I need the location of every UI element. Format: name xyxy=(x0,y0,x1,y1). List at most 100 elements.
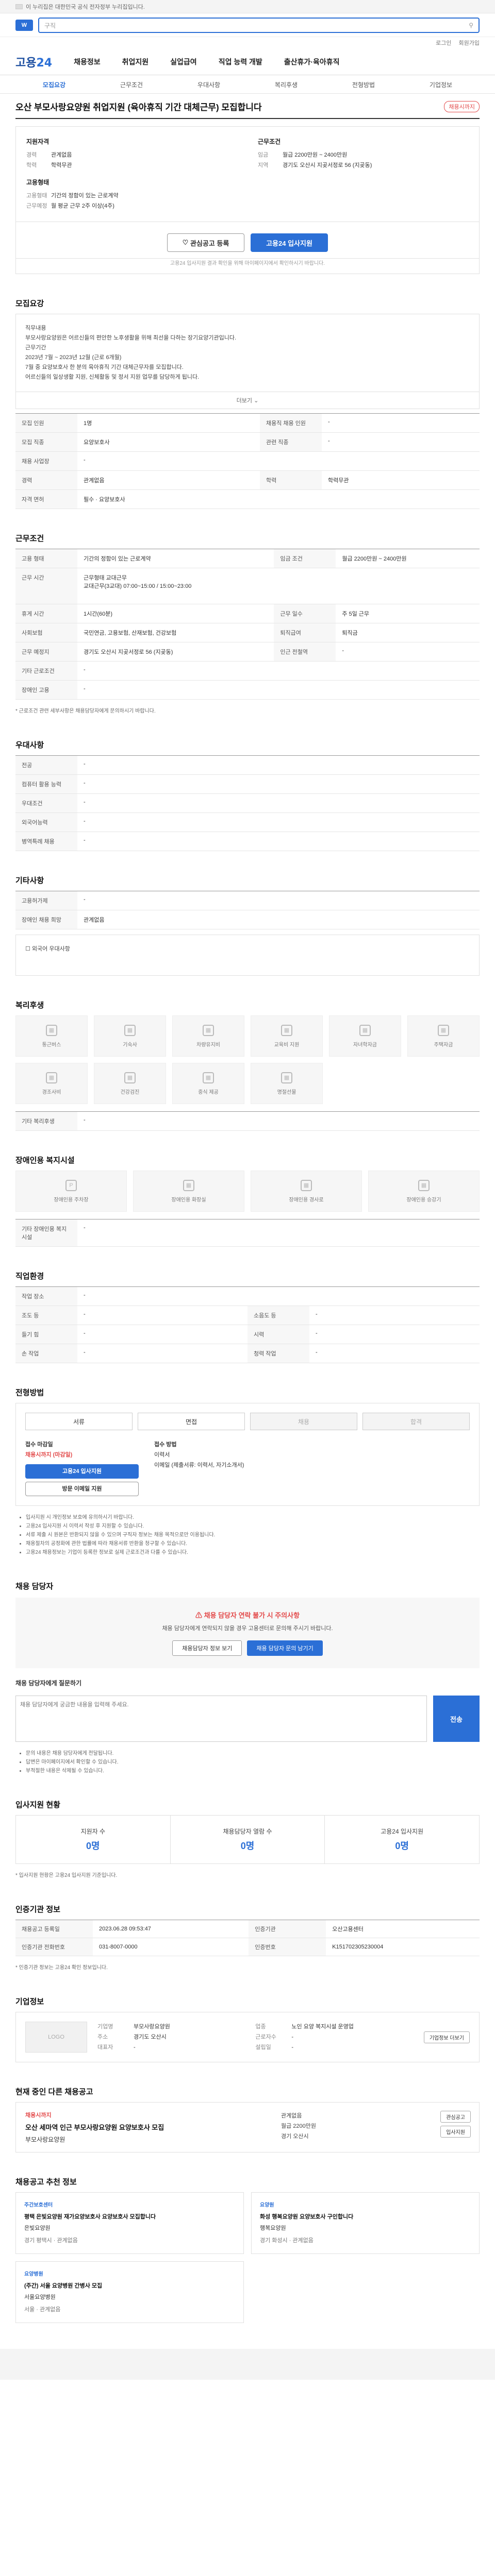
tab-company[interactable]: 기업정보 xyxy=(402,80,480,89)
search-strip: W 구직 ⚲ xyxy=(0,13,495,37)
checkbox-icon[interactable]: ☐ xyxy=(25,946,30,952)
tab-welfare[interactable]: 복리후생 xyxy=(248,80,325,89)
deadline-text: 채용시까지 (마감일) xyxy=(25,1452,73,1458)
welfare-tile: ▦ 경조사비 xyxy=(15,1063,88,1104)
main-nav: 고용24 채용정보 취업지원 실업급여 직업 능력 개발 출산휴가·육아휴직 xyxy=(0,48,495,75)
disability-tiles: P 장애인용 주차장 ▦ 장애인용 화장실 ▦ 장애인용 경사로 ▦ 장애인용 승강기 xyxy=(15,1171,480,1212)
job-summary: 지원자격 경력 관계없음 학력 학력무관 고용형태 고용형태 기간의 정함이 있는 근… xyxy=(15,126,480,222)
agency-heading: 인증기관 정보 xyxy=(15,1905,60,1914)
tab-preference[interactable]: 우대사항 xyxy=(170,80,248,89)
send-button[interactable]: 전송 xyxy=(433,1696,480,1742)
brand-logo[interactable]: 고용24 xyxy=(15,54,52,70)
stat-applicants: 지원자 수 0명 xyxy=(16,1816,171,1863)
parking-icon: P xyxy=(65,1179,77,1191)
etc-table: 고용허가제 - 장애인 채용 희망 관계없음 xyxy=(15,891,480,929)
elevator-icon: ▦ xyxy=(418,1179,430,1191)
recommend-card[interactable]: 요양원 화성 행복요양원 요양보호사 구인합니다 행복요양원 경기 화성시 · … xyxy=(251,2192,480,2254)
util-links: 로그인 회원가입 xyxy=(15,37,480,48)
search-icon[interactable]: ⚲ xyxy=(469,22,473,29)
nav-item-leave[interactable]: 출산휴가·육아휴직 xyxy=(284,57,340,67)
book-icon: ▦ xyxy=(281,1024,292,1036)
tab-selection[interactable]: 전형방법 xyxy=(325,80,402,89)
status-note: * 입사지원 현황은 고용24 입사지원 기준입니다. xyxy=(15,1873,118,1878)
welfare-tile: ▦ 건강검진 xyxy=(94,1063,166,1104)
selection-steps: 서류 면접 채용 합격 xyxy=(25,1413,470,1430)
nav-item-benefit[interactable]: 실업급여 xyxy=(170,57,197,67)
apply-button-2[interactable]: 고용24 입사지원 xyxy=(25,1464,139,1479)
inquiry-heading: 채용 담당자에게 질문하기 xyxy=(15,1680,82,1687)
heart-icon: ♡ xyxy=(182,239,190,246)
search-input[interactable]: 구직 ⚲ xyxy=(38,18,480,33)
deadline-badge: 채용시까지 xyxy=(444,100,480,112)
disability-heading: 장애인용 복지시설 xyxy=(15,1156,75,1165)
preference-heading: 우대사항 xyxy=(15,741,44,750)
welfare-tile: ▦ 명절선물 xyxy=(251,1063,323,1104)
company-heading: 기업정보 xyxy=(15,1997,44,2006)
selection-box: 서류 면접 채용 합격 접수 마감일 채용시까지 (마감일) 고용24 입사지원… xyxy=(15,1403,480,1506)
other-job-item[interactable]: 채용시까지 오산 세마역 인근 부모사랑요양원 요양보호사 모집 부모사랑요양원… xyxy=(15,2102,480,2153)
contact-info-button[interactable]: 채용담당자 정보 보기 xyxy=(172,1640,242,1656)
ramp-icon: ▦ xyxy=(301,1179,312,1191)
site-logo-icon[interactable]: W xyxy=(15,20,33,31)
apply-note: 고용24 입사지원 결과 확인을 위해 마이페이지에서 확인하시기 바랍니다. xyxy=(15,259,480,274)
contact-warning: ⚠ 채용 담당자 연락 불가 시 주의사항 채용 담당자에게 연락되지 않을 경… xyxy=(15,1598,480,1668)
company-logo: LOGO xyxy=(25,2022,87,2053)
recommend-card[interactable]: 주간보호센터 평택 은빛요양원 재가요양보호사 요양보호사 모집합니다 은빛요양… xyxy=(15,2192,244,2254)
step-hire: 채용 xyxy=(250,1413,357,1430)
welfare-heading: 복리후생 xyxy=(15,1001,44,1010)
house-icon: ▦ xyxy=(438,1024,449,1036)
conditions-heading: 근무조건 xyxy=(258,138,281,145)
present-icon: ▦ xyxy=(281,1072,292,1083)
inquiry-notes: 문의 내용은 채용 담당자에게 전달됩니다. 답변은 마이페이지에서 확인할 수… xyxy=(15,1749,480,1775)
nav-item-training[interactable]: 직업 능력 개발 xyxy=(219,57,262,67)
disability-tile: ▦ 장애인용 화장실 xyxy=(133,1171,244,1212)
toilet-icon: ▦ xyxy=(183,1179,194,1191)
disability-other: 기타 장애인용 복지시설 - xyxy=(15,1219,480,1247)
contact-heading: 채용 담당자 xyxy=(15,1582,54,1591)
nav-item-support[interactable]: 취업지원 xyxy=(122,57,149,67)
summary-actions: ♡ 관심공고 등록 고용24 입사지원 xyxy=(15,222,480,259)
apply-other-button[interactable]: 입사지원 xyxy=(440,2126,471,2138)
more-button[interactable]: 더보기 ⌄ xyxy=(15,392,480,409)
selection-notes: 입사지원 시 개인정보 보호에 유의하시기 바랍니다. 고용24 입사지원 시 … xyxy=(15,1513,480,1557)
recommend-card[interactable]: 요양병원 (주간) 서울 요양병원 간병사 모집 서울요양병원 서울 · 관계없… xyxy=(15,2261,244,2323)
disability-tile: ▦ 장애인용 경사로 xyxy=(251,1171,362,1212)
contact-inquiry-button[interactable]: 채용 담당자 문의 남기기 xyxy=(247,1640,323,1656)
save-other-button[interactable]: 관심공고 xyxy=(440,2111,471,2123)
signup-link[interactable]: 회원가입 xyxy=(459,39,480,47)
tab-conditions[interactable]: 근무조건 xyxy=(93,80,170,89)
applicant-stats: 지원자 수 0명 채용담당자 열람 수 0명 고용24 입사지원 0명 xyxy=(15,1815,480,1864)
login-link[interactable]: 로그인 xyxy=(436,39,451,47)
etc-heading: 기타사항 xyxy=(15,876,44,885)
other-job-title[interactable]: 오산 세마역 인근 부모사랑요양원 요양보호사 모집 xyxy=(25,2122,263,2132)
recommend-cards: 주간보호센터 평택 은빛요양원 재가요양보호사 요양보호사 모집합니다 은빛요양… xyxy=(15,2192,480,2323)
car-icon: ▦ xyxy=(203,1024,214,1036)
welfare-tile: ▦ 통근버스 xyxy=(15,1015,88,1057)
page-title: 오산 부모사랑요양원 취업지원 (육아휴직 기간 대체근무) 모집합니다 xyxy=(15,103,262,112)
other-jobs-heading: 현재 중인 다른 채용공고 xyxy=(15,2088,93,2096)
save-job-button[interactable]: ♡ 관심공고 등록 xyxy=(167,233,244,252)
employment-heading: 고용형태 xyxy=(26,179,50,186)
welfare-tile: ▦ 교육비 지원 xyxy=(251,1015,323,1057)
health-icon: ▦ xyxy=(124,1072,136,1083)
footer xyxy=(0,2349,495,2380)
welfare-tile: ▦ 차량유지비 xyxy=(172,1015,244,1057)
nav-item-jobs[interactable]: 채용정보 xyxy=(74,57,101,67)
alert-icon: ⚠ xyxy=(195,1612,204,1619)
recommend-heading: 채용공고 추천 정보 xyxy=(15,2178,77,2187)
tab-recruit[interactable]: 모집요강 xyxy=(15,80,93,89)
apply-button[interactable]: 고용24 입사지원 xyxy=(251,233,328,252)
stat-online: 고용24 입사지원 0명 xyxy=(381,1828,424,1851)
stat-viewed: 채용담당자 열람 수 0명 xyxy=(171,1816,325,1863)
welfare-tiles: ▦ 통근버스 ▦ 기숙사 ▦ 차량유지비 ▦ 교육비 지원 ▦ 자녀학자금 ▦ 주택자금 ▦… xyxy=(15,1015,480,1104)
gov-notice-text: 이 누리집은 대한민국 공식 전자정부 누리집입니다. xyxy=(26,4,145,10)
conditions-heading-main: 근무조건 xyxy=(15,534,44,543)
email-apply-button[interactable]: 방문 이메일 지원 xyxy=(25,1482,139,1496)
preference-table: 전공 - 컴퓨터 활용 능력 - 우대조건 - 외국어능력 - 병역특례 채용 - xyxy=(15,755,480,851)
qualification-heading: 지원자격 xyxy=(26,138,50,145)
conditions-note: * 근로조건 관련 세부사항은 채용담당자에게 문의하시기 바랍니다. xyxy=(15,708,156,714)
section-tabs: 모집요강 근무조건 우대사항 복리후생 전형방법 기업정보 xyxy=(0,75,495,94)
company-more-button[interactable]: 기업정보 더보기 xyxy=(423,2031,470,2043)
inquiry-textarea[interactable] xyxy=(15,1696,427,1742)
inquiry-form: 전송 xyxy=(15,1696,480,1742)
